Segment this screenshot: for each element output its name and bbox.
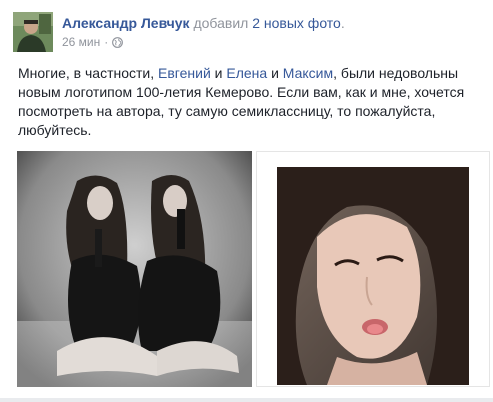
post-header: Александр Левчук добавил 2 новых фото. xyxy=(62,14,345,32)
post-photo-2[interactable] xyxy=(277,167,469,385)
mention-evgeny[interactable]: Евгений xyxy=(158,65,211,81)
meta-separator: · xyxy=(104,35,109,49)
globe-icon[interactable] xyxy=(112,36,124,48)
feed-post: Александр Левчук добавил 2 новых фото. 2… xyxy=(0,0,493,402)
mention-maksim[interactable]: Максим xyxy=(283,65,333,81)
post-meta: 26 мин · xyxy=(62,35,124,49)
post-photo-1[interactable] xyxy=(17,151,252,387)
post-text-part: и xyxy=(267,65,283,81)
post-text-part: и xyxy=(210,65,227,81)
post-timestamp[interactable]: 26 мин xyxy=(62,35,100,49)
post-action-period: . xyxy=(340,15,345,31)
mention-elena[interactable]: Елена xyxy=(226,65,267,81)
post-action-text: добавил xyxy=(193,15,249,31)
author-name-link[interactable]: Александр Левчук xyxy=(62,15,190,31)
post-text-part: Многие, в частности, xyxy=(18,65,159,81)
author-avatar[interactable] xyxy=(13,12,53,52)
post-message: Многие, в частности, Евгений и Елена и М… xyxy=(18,64,488,140)
post-bottom-divider xyxy=(0,398,493,402)
photos-link[interactable]: 2 новых фото xyxy=(252,15,341,31)
